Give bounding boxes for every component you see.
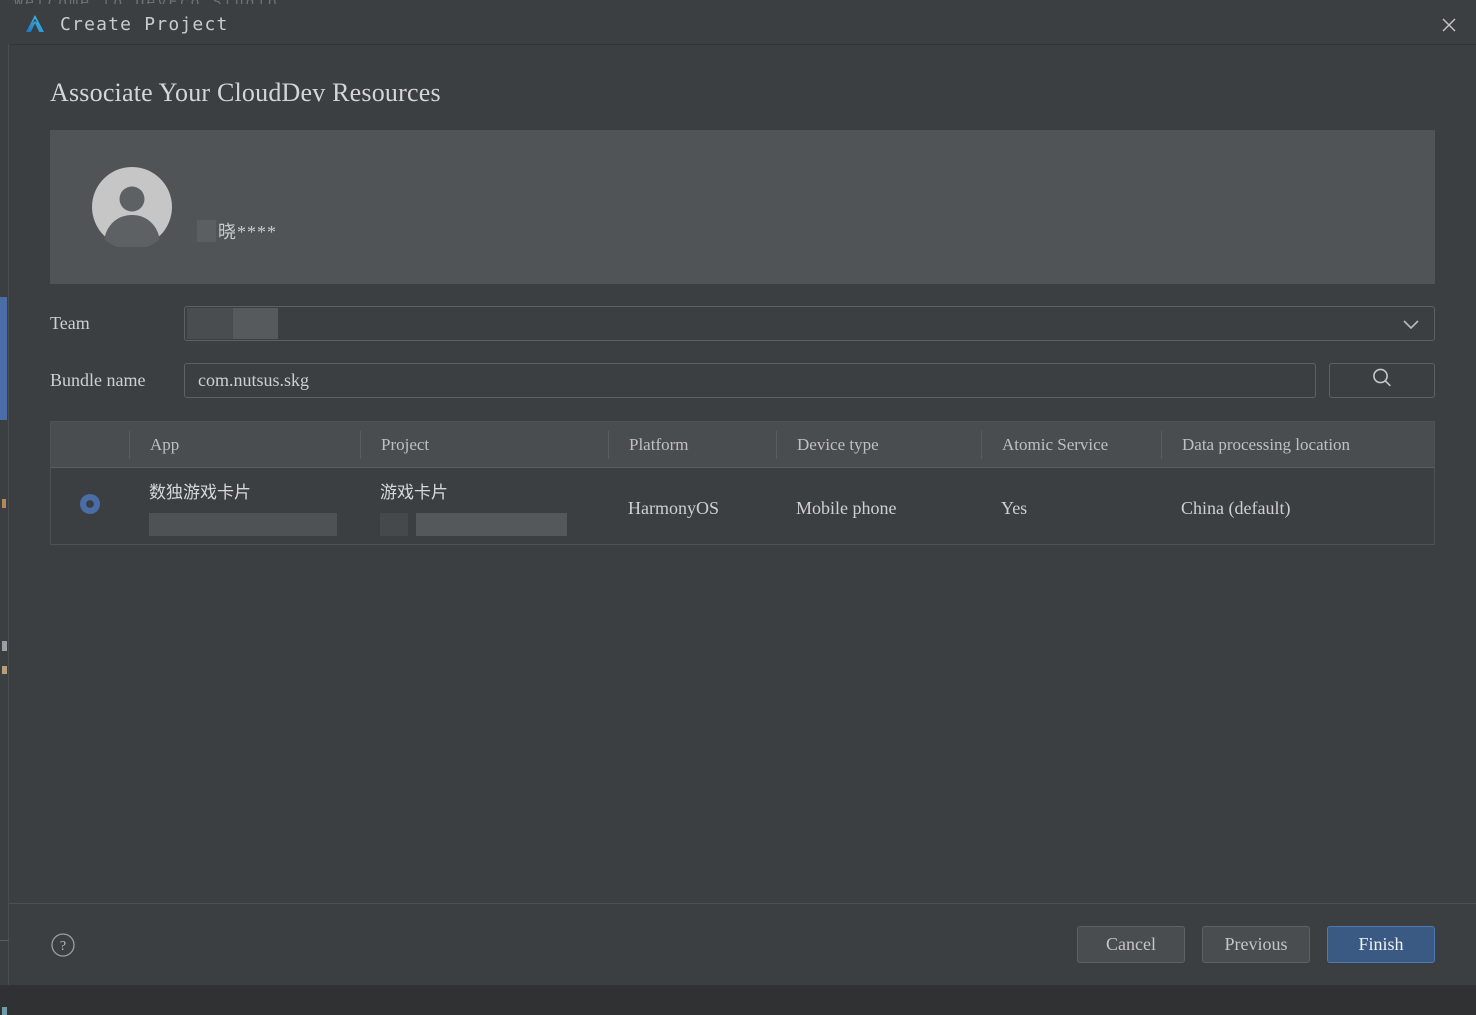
team-row: Team [50, 306, 1435, 341]
row-project-name: 游戏卡片 [380, 483, 448, 503]
page-title: Associate Your CloudDev Resources [50, 78, 441, 107]
background-marker-icon [2, 641, 7, 651]
bundle-search-button[interactable] [1329, 363, 1435, 398]
background-selection-highlight [0, 297, 7, 420]
previous-button[interactable]: Previous [1202, 926, 1310, 963]
radio-selected-icon [79, 493, 101, 520]
svg-text:?: ? [60, 939, 66, 954]
table-header-data-processing-location: Data processing location [1161, 430, 1434, 459]
row-device-type: Mobile phone [796, 498, 897, 518]
create-project-dialog: Create Project Associate Your CloudDev R… [9, 4, 1476, 985]
dialog-title-bar: Create Project [9, 4, 1476, 45]
table-header-app: App [129, 430, 360, 459]
table-header-atomic-service: Atomic Service [981, 430, 1161, 459]
footer-button-group: Cancel Previous Finish [1077, 926, 1435, 963]
row-app-id-redaction [149, 512, 337, 536]
bundle-name-label: Bundle name [50, 370, 146, 390]
background-marker-icon [2, 666, 7, 674]
finish-button[interactable]: Finish [1327, 926, 1435, 963]
background-marker-icon [2, 1007, 7, 1015]
table-header-select [51, 431, 129, 459]
row-app-name: 数独游戏卡片 [149, 483, 251, 503]
team-value-redaction [233, 308, 278, 339]
bundle-name-field[interactable] [184, 363, 1316, 398]
bundle-name-input[interactable] [185, 364, 1315, 397]
row-data-processing-location: China (default) [1181, 498, 1291, 518]
close-icon[interactable] [1422, 4, 1476, 45]
account-name: 晓**** [218, 222, 277, 242]
team-label: Team [50, 313, 90, 333]
table-header-row: App Project Platform Device type Atomic … [51, 422, 1434, 468]
account-name-redaction [197, 220, 216, 242]
deveco-studio-logo-icon [22, 11, 48, 37]
row-platform: HarmonyOS [628, 498, 719, 518]
background-divider [0, 940, 9, 941]
user-avatar-icon [92, 167, 172, 250]
dialog-footer: ? Cancel Previous Finish [9, 903, 1476, 985]
background-window-left-edge [0, 44, 9, 1015]
search-icon [1370, 366, 1394, 395]
resources-table: App Project Platform Device type Atomic … [50, 421, 1435, 545]
account-identity: 晓**** [197, 218, 277, 244]
row-project-cell: 游戏卡片 [360, 468, 608, 536]
row-project-id-redaction [380, 512, 608, 536]
row-app-cell: 数独游戏卡片 [129, 468, 360, 536]
row-atomic-service: Yes [1001, 498, 1028, 518]
cancel-button[interactable]: Cancel [1077, 926, 1185, 963]
account-card: 晓**** [50, 130, 1435, 284]
row-radio-button[interactable] [51, 468, 129, 544]
background-marker-icon [2, 499, 6, 508]
bundle-name-row: Bundle name [50, 363, 1435, 398]
dialog-body: Associate Your CloudDev Resources 晓**** … [9, 45, 1476, 903]
dialog-title: Create Project [60, 13, 229, 35]
team-select[interactable] [184, 306, 1435, 341]
team-value-redaction [187, 308, 233, 339]
chevron-down-icon[interactable] [1400, 307, 1422, 340]
table-row[interactable]: 数独游戏卡片 游戏卡片 HarmonyOS Mobile phone Yes C… [51, 468, 1434, 544]
table-header-project: Project [360, 430, 608, 459]
help-circle-icon[interactable]: ? [50, 932, 76, 958]
table-header-platform: Platform [608, 430, 776, 459]
table-header-device-type: Device type [776, 430, 981, 459]
